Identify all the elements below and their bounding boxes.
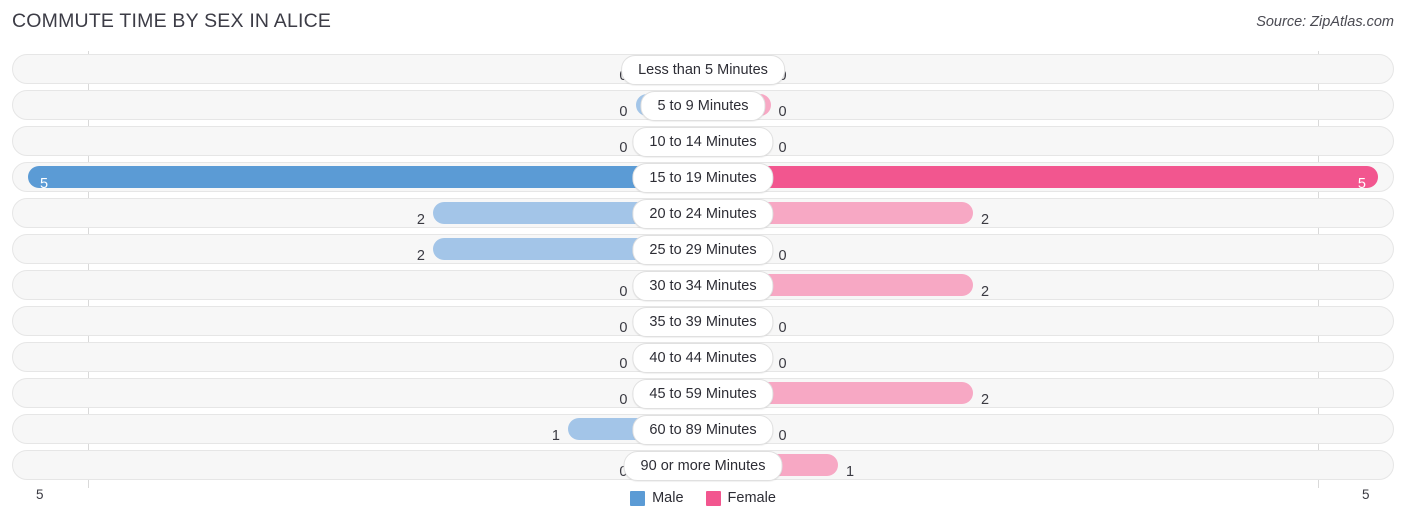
female-bar-area: 0 bbox=[703, 130, 1378, 156]
category-label: 40 to 44 Minutes bbox=[632, 343, 774, 373]
bar-row: 0 0 10 to 14 Minutes bbox=[0, 123, 1406, 159]
male-value-label: 1 bbox=[551, 428, 560, 444]
bar-row: 0 0 40 to 44 Minutes bbox=[0, 339, 1406, 375]
male-value-label: 0 bbox=[619, 104, 628, 120]
female-bar-area: 0 bbox=[703, 310, 1378, 336]
bar-row: 2 2 20 to 24 Minutes bbox=[0, 195, 1406, 231]
bar-row: 0 0 35 to 39 Minutes bbox=[0, 303, 1406, 339]
male-bar-area: 0 bbox=[28, 130, 703, 156]
female-value-label: 5 bbox=[1357, 176, 1366, 192]
legend-label-female: Female bbox=[727, 490, 776, 506]
bar-row: 1 0 60 to 89 Minutes bbox=[0, 411, 1406, 447]
female-bar-area: 2 bbox=[703, 382, 1378, 408]
male-value-label: 0 bbox=[619, 320, 628, 336]
category-label: 5 to 9 Minutes bbox=[640, 91, 766, 121]
female-bar-area: 2 bbox=[703, 202, 1378, 228]
male-value-label: 0 bbox=[619, 392, 628, 408]
legend-label-male: Male bbox=[652, 490, 684, 506]
category-label: 30 to 34 Minutes bbox=[632, 271, 774, 301]
legend-item-female[interactable]: Female bbox=[705, 490, 776, 506]
category-label: 35 to 39 Minutes bbox=[632, 307, 774, 337]
category-label: 60 to 89 Minutes bbox=[632, 415, 774, 445]
bar-row: 0 2 30 to 34 Minutes bbox=[0, 267, 1406, 303]
male-bar-area: 0 bbox=[28, 382, 703, 408]
source-attribution: Source: ZipAtlas.com bbox=[1256, 14, 1394, 30]
female-value-label: 2 bbox=[981, 392, 990, 408]
female-bar[interactable] bbox=[703, 166, 1378, 188]
page-title: COMMUTE TIME BY SEX IN ALICE bbox=[12, 10, 332, 32]
legend-swatch-male-icon bbox=[630, 490, 646, 506]
male-value-label: 2 bbox=[416, 212, 425, 228]
male-bar-area: 0 bbox=[28, 310, 703, 336]
male-bar-area: 0 bbox=[28, 94, 703, 120]
legend-swatch-female-icon bbox=[705, 490, 721, 506]
male-bar-area: 5 bbox=[28, 166, 703, 192]
category-label: 15 to 19 Minutes bbox=[632, 163, 774, 193]
female-bar-area: 1 bbox=[703, 454, 1378, 480]
male-value-label: 5 bbox=[40, 176, 49, 192]
male-bar-area: 2 bbox=[28, 238, 703, 264]
female-value-label: 0 bbox=[778, 320, 787, 336]
bar-row: 0 1 90 or more Minutes bbox=[0, 447, 1406, 483]
category-label: 25 to 29 Minutes bbox=[632, 235, 774, 265]
female-bar-area: 0 bbox=[703, 58, 1378, 84]
bar-row: 0 0 5 to 9 Minutes bbox=[0, 87, 1406, 123]
category-label: Less than 5 Minutes bbox=[621, 55, 785, 85]
male-bar[interactable] bbox=[28, 166, 703, 188]
female-bar-area: 2 bbox=[703, 274, 1378, 300]
bar-row: 00Less than 5 Minutes bbox=[0, 51, 1406, 87]
male-bar-area: 0 bbox=[28, 346, 703, 372]
category-label: 45 to 59 Minutes bbox=[632, 379, 774, 409]
male-bar-area: 2 bbox=[28, 202, 703, 228]
male-bar-area: 1 bbox=[28, 418, 703, 444]
female-value-label: 0 bbox=[778, 104, 787, 120]
plot-area: 00Less than 5 Minutes005 to 9 Minutes001… bbox=[0, 51, 1406, 488]
male-value-label: 0 bbox=[619, 356, 628, 372]
bar-row: 0 2 45 to 59 Minutes bbox=[0, 375, 1406, 411]
category-label: 10 to 14 Minutes bbox=[632, 127, 774, 157]
female-bar-area: 5 bbox=[703, 166, 1378, 192]
chart-legend: Male Female bbox=[0, 487, 1406, 509]
female-value-label: 1 bbox=[846, 464, 855, 480]
female-bar-area: 0 bbox=[703, 418, 1378, 444]
female-bar-area: 0 bbox=[703, 94, 1378, 120]
female-value-label: 0 bbox=[778, 428, 787, 444]
male-bar-area: 0 bbox=[28, 58, 703, 84]
male-value-label: 0 bbox=[619, 140, 628, 156]
female-value-label: 0 bbox=[778, 248, 787, 264]
male-bar-area: 0 bbox=[28, 454, 703, 480]
male-bar-area: 0 bbox=[28, 274, 703, 300]
legend-item-male[interactable]: Male bbox=[630, 490, 684, 506]
female-bar-area: 0 bbox=[703, 346, 1378, 372]
female-value-label: 2 bbox=[981, 284, 990, 300]
category-label: 20 to 24 Minutes bbox=[632, 199, 774, 229]
category-label: 90 or more Minutes bbox=[623, 451, 783, 481]
bar-row: 5 5 15 to 19 Minutes bbox=[0, 159, 1406, 195]
bar-row: 2 0 25 to 29 Minutes bbox=[0, 231, 1406, 267]
female-bar-area: 0 bbox=[703, 238, 1378, 264]
male-value-label: 0 bbox=[619, 284, 628, 300]
female-value-label: 0 bbox=[778, 356, 787, 372]
chart-root: COMMUTE TIME BY SEX IN ALICE Source: Zip… bbox=[0, 0, 1406, 523]
male-value-label: 2 bbox=[416, 248, 425, 264]
female-value-label: 0 bbox=[778, 140, 787, 156]
female-value-label: 2 bbox=[981, 212, 990, 228]
